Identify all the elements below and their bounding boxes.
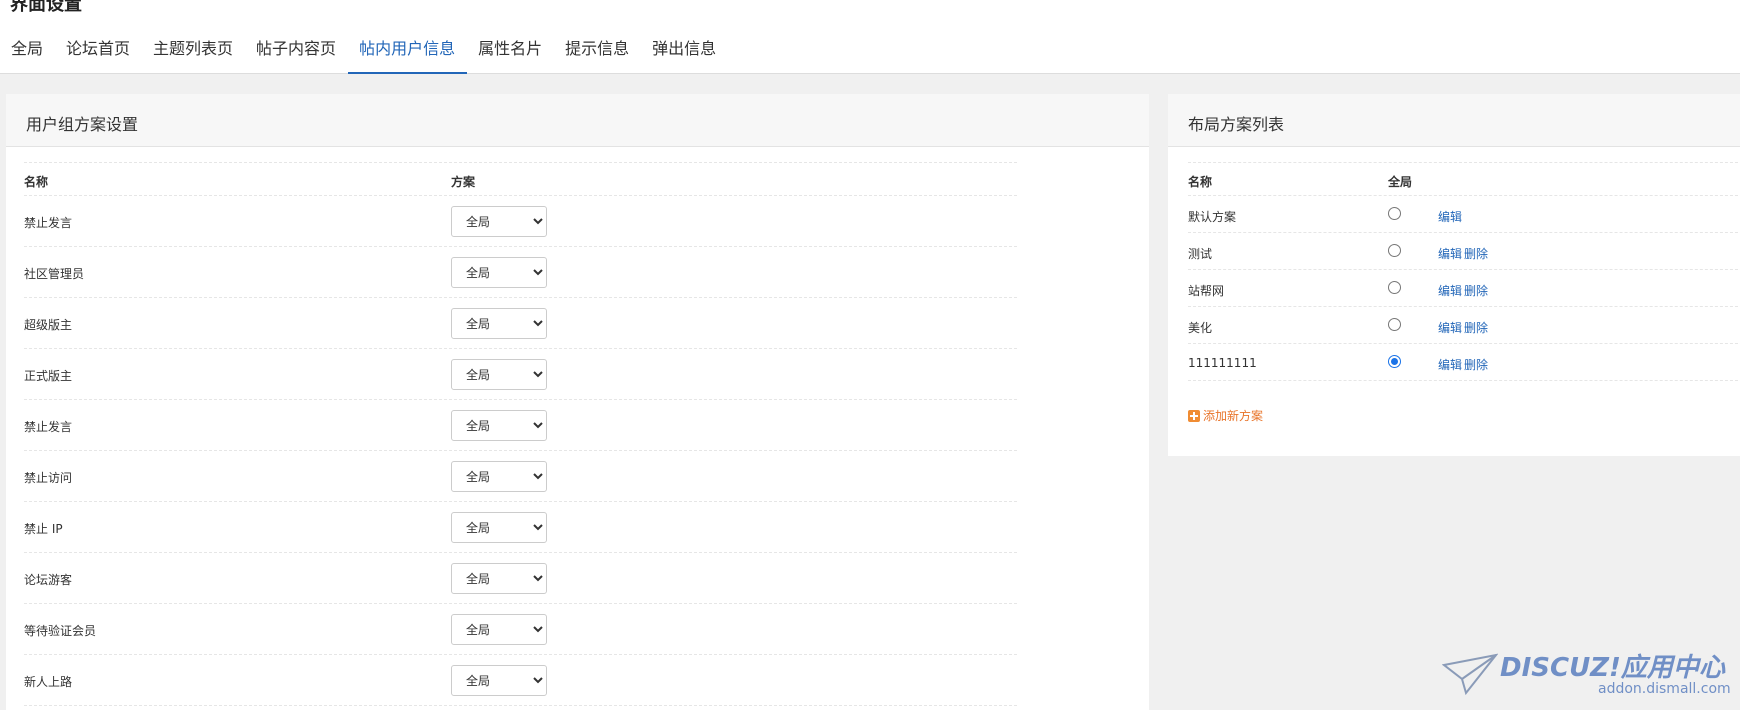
table-row: 论坛游客 全局	[24, 553, 1017, 604]
scheme-select[interactable]: 全局	[451, 410, 547, 441]
table-row: 正式版主 全局	[24, 349, 1017, 400]
scheme-select[interactable]: 全局	[451, 257, 547, 288]
watermark: DISCUZ!应用中心 addon.dismall.com	[1438, 645, 1738, 705]
delete-link[interactable]: 删除	[1464, 282, 1488, 299]
usergroup-name: 正式版主	[24, 369, 73, 383]
scheme-name: 测试	[1188, 247, 1213, 261]
scheme-select[interactable]: 全局	[451, 563, 547, 594]
page-title: 界面设置	[10, 0, 82, 15]
table-row: 禁止发言 全局	[24, 196, 1017, 247]
layout-scheme-panel: 布局方案列表 名称 全局 默认方案 编辑 测试 编辑 删除 站帮网 编辑 删除 美化 编辑 删除 11…	[1168, 94, 1740, 456]
delete-link[interactable]: 删除	[1464, 245, 1488, 262]
global-radio[interactable]	[1388, 207, 1401, 220]
usergroup-name: 禁止发言	[24, 216, 73, 230]
panel-title: 布局方案列表	[1168, 94, 1740, 147]
panel-title: 用户组方案设置	[6, 94, 1149, 147]
scheme-select[interactable]: 全局	[451, 206, 547, 237]
col-global-header: 全局	[1388, 175, 1413, 189]
add-scheme-link[interactable]: 添加新方案	[1188, 407, 1263, 424]
col-name-header: 名称	[24, 175, 49, 189]
table-header: 名称 方案	[24, 162, 1017, 196]
scheme-select[interactable]: 全局	[451, 512, 547, 543]
scheme-select[interactable]: 全局	[451, 665, 547, 696]
tab-bar: 全局 论坛首页 主题列表页 帖子内容页 帖内用户信息 属性名片 提示信息 弹出信息	[0, 28, 728, 74]
scheme-name: 站帮网	[1188, 284, 1225, 298]
tab-5[interactable]: 属性名片	[467, 28, 554, 74]
global-radio[interactable]	[1388, 244, 1401, 257]
table-row: 社区管理员 全局	[24, 247, 1017, 298]
table-row: 超级版主 全局	[24, 298, 1017, 349]
delete-link[interactable]: 删除	[1464, 356, 1488, 373]
table-row: 美化 编辑 删除	[1188, 307, 1740, 344]
usergroup-name: 禁止 IP	[24, 522, 63, 536]
scheme-select[interactable]: 全局	[451, 614, 547, 645]
tab-6[interactable]: 提示信息	[554, 28, 641, 74]
scheme-name: 美化	[1188, 321, 1213, 335]
scheme-name: 默认方案	[1188, 210, 1237, 224]
usergroup-name: 论坛游客	[24, 573, 73, 587]
global-radio[interactable]	[1388, 281, 1401, 294]
table-row: 111111111 编辑 删除	[1188, 344, 1740, 381]
usergroup-name: 禁止访问	[24, 471, 73, 485]
usergroup-name: 禁止发言	[24, 420, 73, 434]
table-row: 禁止访问 全局	[24, 451, 1017, 502]
table-row: 测试 编辑 删除	[1188, 233, 1740, 270]
add-icon	[1188, 409, 1200, 422]
table-row: 新人上路 全局	[24, 655, 1017, 706]
tab-4[interactable]: 帖内用户信息	[348, 28, 468, 74]
edit-link[interactable]: 编辑	[1438, 245, 1462, 262]
tab-7[interactable]: 弹出信息	[641, 28, 728, 74]
paper-plane-icon	[1442, 653, 1498, 696]
tab-3[interactable]: 帖子内容页	[245, 28, 348, 74]
scheme-name: 111111111	[1188, 356, 1257, 370]
scheme-select[interactable]: 全局	[451, 461, 547, 492]
watermark-site: addon.dismall.com	[1598, 681, 1731, 697]
tab-0[interactable]: 全局	[0, 28, 55, 74]
col-scheme-header: 方案	[451, 175, 476, 189]
usergroup-name: 新人上路	[24, 675, 73, 689]
tab-2[interactable]: 主题列表页	[142, 28, 245, 74]
table-row: 禁止 IP 全局	[24, 502, 1017, 553]
edit-link[interactable]: 编辑	[1438, 356, 1462, 373]
table-row: 站帮网 编辑 删除	[1188, 270, 1740, 307]
add-scheme-label: 添加新方案	[1203, 409, 1264, 423]
table-row: 禁止发言 全局	[24, 400, 1017, 451]
usergroup-name: 等待验证会员	[24, 624, 97, 638]
table-header: 名称 全局	[1188, 162, 1740, 196]
edit-link[interactable]: 编辑	[1438, 208, 1462, 225]
usergroup-scheme-panel: 用户组方案设置 名称 方案 禁止发言 全局 社区管理员 全局 超级版主 全局 正式版主 全局禁…	[6, 94, 1149, 710]
edit-link[interactable]: 编辑	[1438, 282, 1462, 299]
global-radio[interactable]	[1388, 355, 1401, 368]
table-row: 默认方案 编辑	[1188, 196, 1740, 233]
col-name-header: 名称	[1188, 175, 1213, 189]
usergroup-name: 超级版主	[24, 318, 73, 332]
usergroup-name: 社区管理员	[24, 267, 85, 281]
top-bar: 界面设置 全局 论坛首页 主题列表页 帖子内容页 帖内用户信息 属性名片 提示信息 弹出信息	[0, 0, 1740, 74]
table-row: 等待验证会员 全局	[24, 604, 1017, 655]
global-radio[interactable]	[1388, 318, 1401, 331]
scheme-select[interactable]: 全局	[451, 308, 547, 339]
delete-link[interactable]: 删除	[1464, 319, 1488, 336]
scheme-select[interactable]: 全局	[451, 359, 547, 390]
edit-link[interactable]: 编辑	[1438, 319, 1462, 336]
tab-1[interactable]: 论坛首页	[55, 28, 142, 74]
watermark-brand: DISCUZ!应用中心	[1500, 653, 1725, 683]
